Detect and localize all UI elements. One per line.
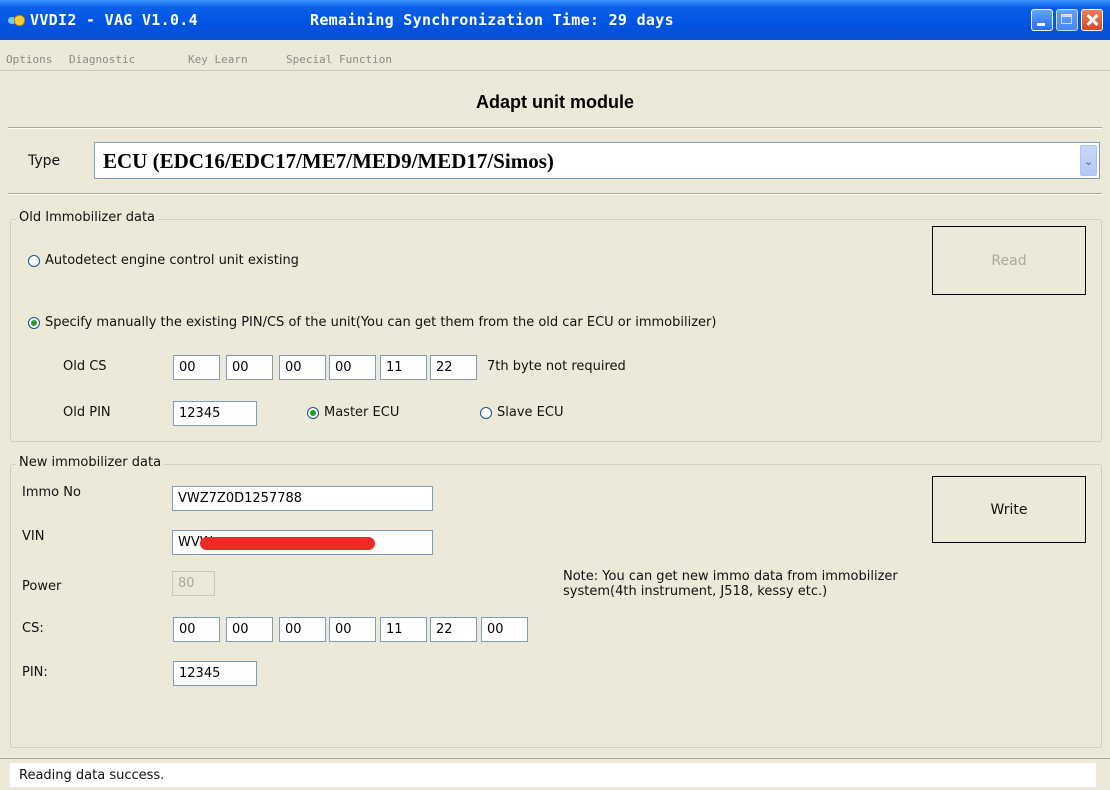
- sync-time-text: Remaining Synchronization Time: 29 days: [310, 11, 674, 29]
- old-cs-byte-3[interactable]: 00: [279, 355, 326, 380]
- cs-byte-4[interactable]: 00: [329, 617, 376, 642]
- minimize-button[interactable]: [1031, 9, 1053, 31]
- old-cs-byte-6[interactable]: 22: [430, 355, 477, 380]
- manual-label: Specify manually the existing PIN/CS of …: [45, 315, 717, 330]
- old-cs-byte-4[interactable]: 00: [329, 355, 376, 380]
- master-ecu-label: Master ECU: [324, 405, 400, 420]
- menu-bar: Options Diagnostic Key Learn Special Fun…: [0, 40, 1110, 71]
- write-button[interactable]: Write: [932, 476, 1086, 543]
- autodetect-label: Autodetect engine control unit existing: [45, 253, 299, 268]
- pin-label: PIN:: [22, 665, 48, 680]
- cs-label: CS:: [22, 621, 44, 636]
- slave-ecu-label: Slave ECU: [497, 405, 564, 420]
- menu-options[interactable]: Options: [6, 53, 52, 66]
- chevron-down-icon[interactable]: ⌄: [1080, 145, 1097, 176]
- app-window: VVDI2 - VAG V1.0.4 Remaining Synchroniza…: [0, 0, 1110, 790]
- cs-byte-7[interactable]: 00: [481, 617, 528, 642]
- menu-special-function[interactable]: Special Function: [286, 53, 392, 66]
- old-pin-input[interactable]: 12345: [173, 401, 257, 426]
- status-text: Reading data success.: [19, 768, 165, 783]
- divider: [8, 127, 1102, 129]
- read-button[interactable]: Read: [932, 226, 1086, 295]
- divider: [8, 193, 1102, 195]
- autodetect-radio[interactable]: Autodetect engine control unit existing: [28, 253, 299, 268]
- maximize-button[interactable]: [1056, 9, 1078, 31]
- page-title: Adapt unit module: [476, 92, 634, 112]
- status-bar: Reading data success.: [0, 758, 1110, 790]
- cs-byte-6[interactable]: 22: [430, 617, 477, 642]
- window-title: VVDI2 - VAG V1.0.4: [30, 11, 198, 29]
- status-field: Reading data success.: [10, 763, 1096, 787]
- power-label: Power: [22, 579, 62, 594]
- slave-ecu-radio[interactable]: Slave ECU: [480, 405, 563, 420]
- type-select[interactable]: ECU (EDC16/EDC17/ME7/MED9/MED17/Simos) ⌄: [94, 142, 1100, 179]
- old-cs-label: Old CS: [63, 359, 107, 374]
- app-logo-icon: [8, 14, 25, 26]
- menu-diagnostic[interactable]: Diagnostic: [69, 53, 135, 66]
- radio-unchecked-icon[interactable]: [28, 254, 40, 267]
- immo-no-label: Immo No: [22, 485, 81, 500]
- old-cs-byte-2[interactable]: 00: [226, 355, 273, 380]
- old-pin-label: Old PIN: [63, 405, 111, 420]
- cs-byte-3[interactable]: 00: [279, 617, 326, 642]
- type-label: Type: [28, 153, 61, 169]
- type-select-value: ECU (EDC16/EDC17/ME7/MED9/MED17/Simos): [103, 149, 554, 173]
- radio-unchecked-icon[interactable]: [480, 406, 492, 419]
- radio-checked-icon[interactable]: [28, 316, 40, 329]
- close-button[interactable]: [1081, 9, 1103, 31]
- cs-byte-5[interactable]: 11: [380, 617, 427, 642]
- old-cs-note: 7th byte not required: [487, 359, 626, 374]
- old-cs-byte-1[interactable]: 00: [173, 355, 220, 380]
- cs-byte-1[interactable]: 00: [173, 617, 220, 642]
- power-input: 80: [172, 571, 215, 596]
- manual-radio[interactable]: Specify manually the existing PIN/CS of …: [28, 315, 716, 330]
- cs-byte-2[interactable]: 00: [226, 617, 273, 642]
- vin-label: VIN: [22, 529, 45, 544]
- radio-checked-icon[interactable]: [307, 406, 319, 419]
- immo-data-note: Note: You can get new immo data from imm…: [563, 569, 898, 599]
- redaction-mark: [200, 537, 375, 550]
- title-bar[interactable]: VVDI2 - VAG V1.0.4 Remaining Synchroniza…: [0, 0, 1110, 40]
- new-immobilizer-group-label: New immobilizer data: [16, 455, 165, 470]
- pin-input[interactable]: 12345: [173, 661, 257, 686]
- master-ecu-radio[interactable]: Master ECU: [307, 405, 399, 420]
- old-immobilizer-group-label: Old Immobilizer data: [16, 210, 159, 225]
- old-cs-byte-5[interactable]: 11: [380, 355, 427, 380]
- menu-key-learn[interactable]: Key Learn: [188, 53, 248, 66]
- immo-no-input[interactable]: VWZ7Z0D1257788: [172, 486, 433, 511]
